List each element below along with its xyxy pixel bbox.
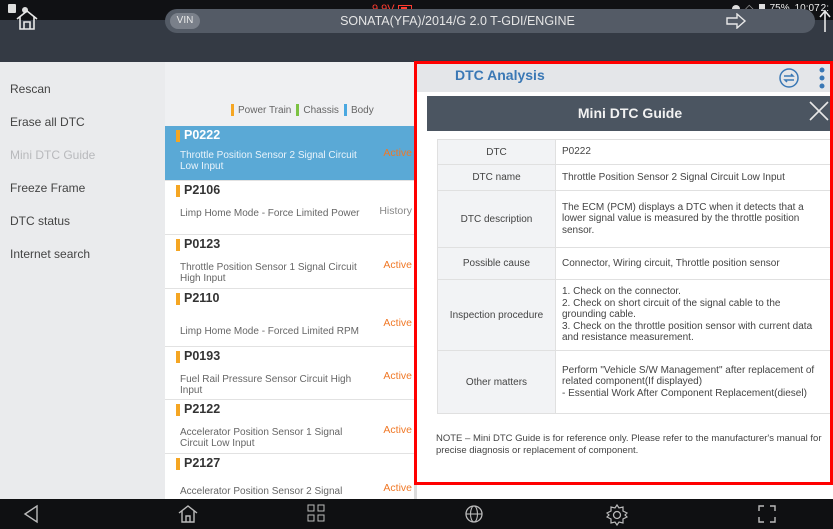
dtc-status: Active [383, 147, 412, 159]
dtc-list-item[interactable]: P2127 Accelerator Position Sensor 2 Sign… [165, 454, 417, 499]
dtc-description: Accelerator Position Sensor 2 Signal [180, 486, 343, 497]
guide-label: Other matters [437, 350, 556, 414]
system-legend: Power Train Chassis Body [231, 104, 374, 116]
dtc-list-item[interactable]: P2122 Accelerator Position Sensor 1 Sign… [165, 400, 417, 454]
settings-gear-icon[interactable] [605, 503, 629, 529]
guide-value: Connector, Wiring circuit, Throttle posi… [555, 247, 833, 280]
dtc-list-panel: Power Train Chassis Body P0222 Throttle … [165, 62, 417, 499]
dtc-description: Limp Home Mode - Force Limited Power [180, 208, 360, 219]
guide-value: Perform "Vehicle S/W Management" after r… [555, 350, 833, 414]
dtc-status: Active [383, 482, 412, 494]
guide-table: DTC P0222 DTC name Throttle Position Sen… [437, 139, 833, 414]
guide-value: 1. Check on the connector. 2. Check on s… [555, 279, 833, 351]
power-train-marker [176, 351, 180, 363]
list-scrollbar[interactable] [414, 62, 417, 499]
back-icon[interactable] [22, 504, 40, 529]
guide-label: DTC [437, 139, 556, 165]
guide-row: DTC description The ECM (PCM) displays a… [437, 190, 833, 248]
home-nav-icon[interactable] [177, 504, 199, 529]
freeze-frame-button[interactable]: Freeze Frame [10, 181, 85, 195]
dtc-description: Limp Home Mode - Forced Limited RPM [180, 326, 359, 337]
legend-chassis: Chassis [303, 104, 339, 116]
dtc-code: P2127 [184, 456, 221, 470]
dtc-status: Active [383, 370, 412, 382]
dtc-code: P0193 [184, 349, 221, 363]
close-icon[interactable] [808, 100, 830, 127]
legend-power-train: Power Train [238, 104, 292, 116]
navigation-bar [0, 499, 833, 529]
home-icon[interactable] [14, 8, 40, 37]
apps-grid-icon[interactable] [307, 504, 325, 527]
dtc-list-item[interactable]: P2106 Limp Home Mode - Force Limited Pow… [165, 181, 417, 235]
dtc-description: Throttle Position Sensor 2 Signal Circui… [180, 150, 357, 172]
dtc-code: P0222 [184, 128, 221, 142]
internet-search-button[interactable]: Internet search [10, 247, 90, 261]
dtc-code: P0123 [184, 237, 221, 251]
guide-label: DTC description [437, 190, 556, 248]
chassis-swatch [296, 104, 300, 116]
vehicle-title: SONATA(YFA)/2014/G 2.0 T-GDI/ENGINE [340, 14, 575, 28]
dtc-code: P2106 [184, 183, 221, 197]
dtc-status: History [379, 205, 412, 217]
body-swatch [343, 104, 347, 116]
upload-icon[interactable] [818, 8, 832, 39]
dtc-status: Active [383, 424, 412, 436]
dtc-status: Active [383, 317, 412, 329]
dtc-description: Throttle Position Sensor 1 Signal Circui… [180, 262, 357, 284]
guide-row: DTC P0222 [437, 139, 833, 165]
vin-button[interactable]: VIN [170, 13, 200, 29]
guide-label: DTC name [437, 164, 556, 191]
legend-body: Body [350, 104, 374, 116]
mini-dtc-guide-button[interactable]: Mini DTC Guide [10, 148, 95, 162]
power-train-swatch [231, 104, 234, 116]
power-train-marker [176, 404, 180, 416]
dtc-code: P2110 [184, 291, 220, 305]
dtc-description: Accelerator Position Sensor 1 Signal Cir… [180, 427, 343, 449]
power-train-marker [176, 239, 180, 251]
guide-label: Possible cause [437, 247, 556, 280]
guide-row: Possible cause Connector, Wiring circuit… [437, 247, 833, 280]
dtc-list-item[interactable]: P0222 Throttle Position Sensor 2 Signal … [165, 126, 417, 181]
power-train-marker [176, 293, 180, 305]
dtc-description: Fuel Rail Pressure Sensor Circuit High I… [180, 374, 352, 396]
guide-row: Inspection procedure 1. Check on the con… [437, 279, 833, 351]
analysis-title: DTC Analysis [455, 67, 545, 83]
dtc-code: P2122 [184, 402, 221, 416]
dtc-list-item[interactable]: P0193 Fuel Rail Pressure Sensor Circuit … [165, 347, 417, 400]
dtc-status: Active [383, 259, 412, 271]
globe-icon[interactable] [464, 504, 484, 529]
arrow-right-icon[interactable] [725, 12, 747, 34]
guide-row: Other matters Perform "Vehicle S/W Manag… [437, 350, 833, 414]
list-header: Power Train Chassis Body [165, 62, 417, 126]
guide-label: Inspection procedure [437, 279, 556, 351]
dtc-list-item[interactable]: P0123 Throttle Position Sensor 1 Signal … [165, 235, 417, 289]
guide-value: The ECM (PCM) displays a DTC when it det… [555, 190, 833, 248]
swap-icon[interactable] [778, 68, 800, 93]
more-options-icon[interactable] [818, 66, 826, 95]
rescan-button[interactable]: Rescan [10, 82, 51, 96]
erase-all-dtc-button[interactable]: Erase all DTC [10, 115, 85, 129]
guide-value: P0222 [555, 139, 833, 165]
dtc-status-button[interactable]: DTC status [10, 214, 70, 228]
power-train-marker [176, 185, 180, 197]
power-train-marker [176, 130, 180, 142]
guide-value: Throttle Position Sensor 2 Signal Circui… [555, 164, 833, 191]
power-train-marker [176, 458, 180, 470]
dtc-list-item[interactable]: P2110 Limp Home Mode - Forced Limited RP… [165, 289, 417, 347]
guide-note: NOTE – Mini DTC Guide is for reference o… [436, 433, 822, 456]
fullscreen-icon[interactable] [757, 504, 777, 529]
guide-row: DTC name Throttle Position Sensor 2 Sign… [437, 164, 833, 191]
guide-title: Mini DTC Guide [577, 105, 683, 121]
